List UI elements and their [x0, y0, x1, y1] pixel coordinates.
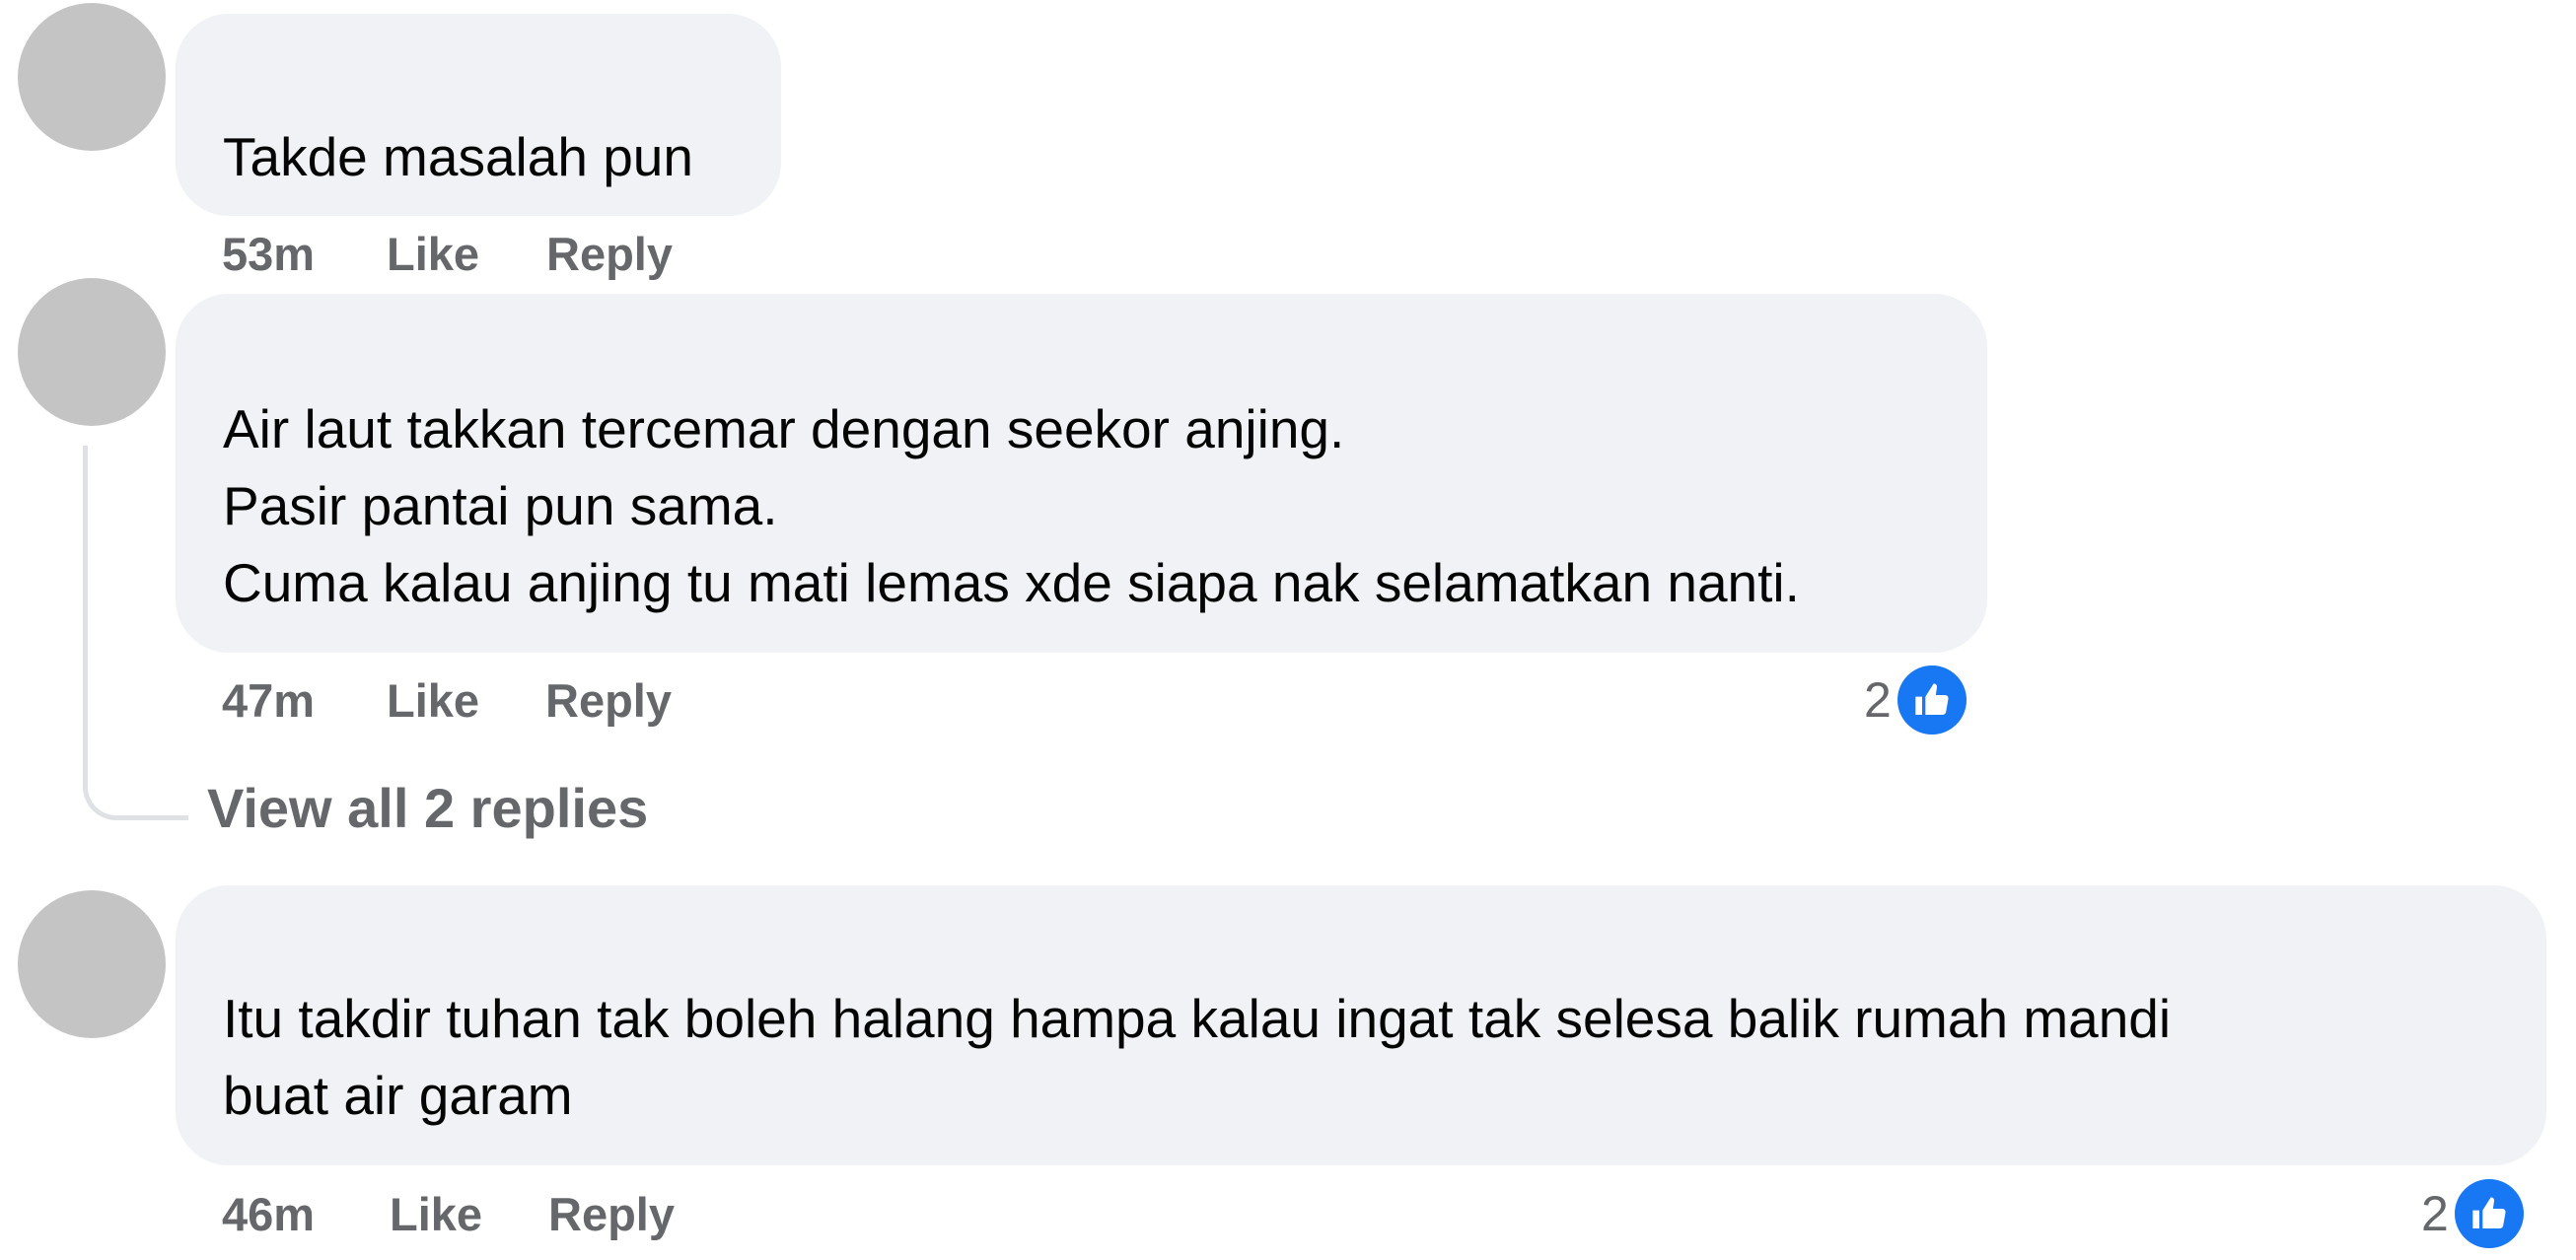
avatar[interactable]: [18, 3, 166, 151]
comment-text: Air laut takkan tercemar dengan seekor a…: [223, 398, 1800, 613]
avatar[interactable]: [18, 890, 166, 1038]
comment-bubble: Air laut takkan tercemar dengan seekor a…: [176, 294, 1987, 653]
view-all-replies-link[interactable]: View all 2 replies: [207, 776, 648, 841]
comment-bubble: Takde masalah pun: [176, 14, 781, 216]
reaction-count: 2: [2421, 1186, 2449, 1241]
like-button[interactable]: Like: [387, 673, 479, 729]
reaction-summary[interactable]: 2: [2421, 1178, 2524, 1249]
like-button[interactable]: Like: [387, 227, 479, 282]
reaction-summary[interactable]: 2: [1864, 665, 1967, 735]
reply-button[interactable]: Reply: [545, 673, 672, 729]
thumbs-up-icon: [2454, 1179, 2524, 1248]
comment-bubble: Itu takdir tuhan tak boleh halang hampa …: [176, 885, 2546, 1165]
comment-text: Takde masalah pun: [223, 126, 693, 187]
thumbs-up-glyph: [1915, 683, 1949, 715]
like-button[interactable]: Like: [390, 1187, 482, 1242]
avatar[interactable]: [18, 278, 166, 426]
thumbs-up-icon: [1896, 665, 1967, 735]
comment-text: Itu takdir tuhan tak boleh halang hampa …: [223, 988, 2172, 1126]
reply-button[interactable]: Reply: [548, 1187, 675, 1242]
comment-timestamp[interactable]: 46m: [222, 1187, 315, 1242]
thumbs-up-glyph: [2472, 1197, 2506, 1228]
comment-timestamp[interactable]: 53m: [222, 227, 315, 282]
reply-thread-line: [83, 446, 188, 820]
reply-button[interactable]: Reply: [546, 227, 673, 282]
comment-timestamp[interactable]: 47m: [222, 673, 315, 729]
reaction-count: 2: [1864, 672, 1892, 728]
